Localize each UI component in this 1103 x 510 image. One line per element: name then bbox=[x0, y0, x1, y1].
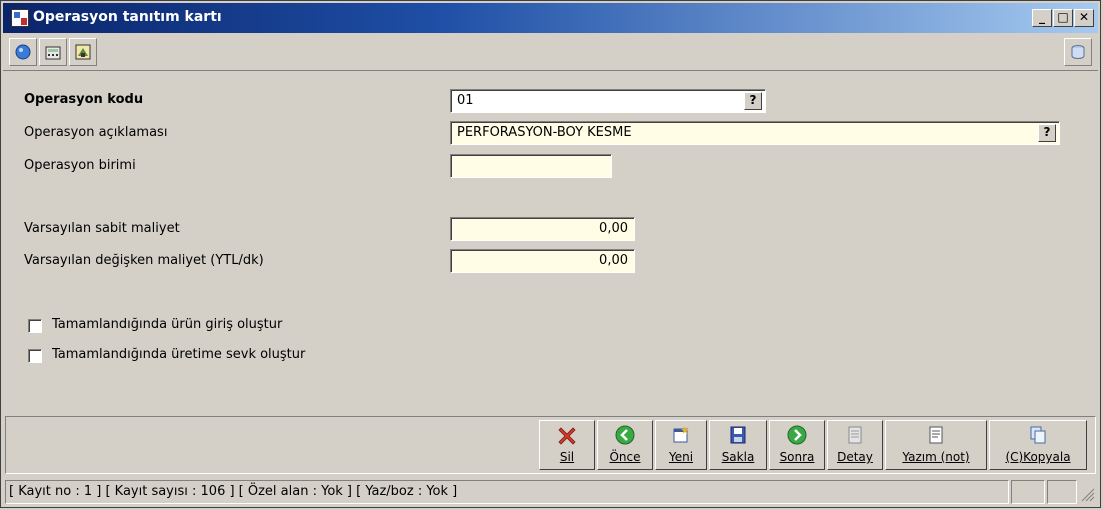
resize-grip-icon[interactable] bbox=[1079, 486, 1095, 502]
maximize-button[interactable]: □ bbox=[1053, 9, 1073, 27]
save-icon bbox=[730, 426, 746, 444]
operation-card-window: Operasyon tanıtım kartı _ □ ✕ Operasyon … bbox=[0, 0, 1101, 508]
production-dispatch-checkbox-label[interactable]: Tamamlandığında üretime sevk oluştur bbox=[52, 347, 305, 362]
database-icon bbox=[1071, 45, 1085, 59]
help-button[interactable] bbox=[9, 38, 37, 66]
operation-code-value: 01 bbox=[457, 93, 474, 108]
operation-unit-label: Operasyon birimi bbox=[24, 158, 136, 173]
new-button[interactable]: Yeni bbox=[655, 420, 707, 470]
save-button[interactable]: Sakla bbox=[709, 420, 767, 470]
operation-code-label: Operasyon kodu bbox=[24, 92, 144, 107]
product-entry-checkbox[interactable] bbox=[28, 319, 42, 333]
print-note-button[interactable]: Yazım (not) bbox=[885, 420, 987, 470]
fixed-cost-value: 0,00 bbox=[599, 221, 628, 236]
copy-button[interactable]: (C)Kopyala bbox=[989, 420, 1087, 470]
variable-cost-field[interactable]: 0,00 bbox=[450, 249, 635, 273]
window-title: Operasyon tanıtım kartı bbox=[33, 9, 222, 25]
settings-icon bbox=[75, 44, 91, 60]
detail-button[interactable]: Detay bbox=[827, 420, 883, 470]
new-label: Yeni bbox=[668, 450, 694, 464]
product-entry-checkbox-label[interactable]: Tamamlandığında ürün giriş oluştur bbox=[52, 317, 282, 332]
delete-label: Sil bbox=[559, 450, 575, 464]
save-label: Sakla bbox=[721, 450, 755, 464]
arrow-right-icon bbox=[787, 425, 807, 445]
arrow-left-icon bbox=[615, 425, 635, 445]
new-document-icon bbox=[673, 426, 689, 443]
operation-code-field[interactable]: 01 ? bbox=[450, 89, 766, 113]
operation-description-value: PERFORASYON-BOY KESME bbox=[457, 125, 632, 140]
delete-icon bbox=[558, 427, 576, 445]
operation-description-field[interactable]: PERFORASYON-BOY KESME ? bbox=[450, 121, 1060, 145]
calculator-button[interactable] bbox=[39, 38, 67, 66]
help-icon bbox=[15, 44, 31, 60]
variable-cost-value: 0,00 bbox=[599, 253, 628, 268]
next-button[interactable]: Sonra bbox=[769, 420, 825, 470]
title-bar[interactable]: Operasyon tanıtım kartı _ □ ✕ bbox=[3, 3, 1098, 33]
operation-unit-field[interactable] bbox=[450, 154, 612, 178]
production-dispatch-checkbox[interactable] bbox=[28, 349, 42, 363]
operation-code-lookup-button[interactable]: ? bbox=[744, 92, 762, 110]
status-text: [ Kayıt no : 1 ] [ Kayıt sayısı : 106 ] … bbox=[5, 480, 1009, 504]
operation-description-label: Operasyon açıklaması bbox=[24, 125, 168, 140]
detail-label: Detay bbox=[837, 450, 873, 464]
minimize-button[interactable]: _ bbox=[1032, 9, 1052, 27]
copy-label: (C)Kopyala bbox=[1005, 450, 1071, 464]
print-note-label: Yazım (not) bbox=[902, 450, 970, 464]
status-panel-2 bbox=[1047, 480, 1077, 504]
fixed-cost-label: Varsayılan sabit maliyet bbox=[24, 221, 180, 236]
close-button[interactable]: ✕ bbox=[1074, 9, 1094, 27]
note-icon bbox=[929, 426, 943, 444]
previous-label: Önce bbox=[609, 450, 641, 464]
fixed-cost-field[interactable]: 0,00 bbox=[450, 217, 635, 241]
status-panel-1 bbox=[1011, 480, 1045, 504]
app-icon bbox=[11, 9, 29, 27]
database-button[interactable] bbox=[1064, 38, 1092, 66]
settings-button[interactable] bbox=[69, 38, 97, 66]
delete-button[interactable]: Sil bbox=[539, 420, 595, 470]
previous-button[interactable]: Önce bbox=[597, 420, 653, 470]
calculator-icon bbox=[45, 46, 61, 60]
copy-icon bbox=[1030, 426, 1046, 444]
detail-icon bbox=[848, 426, 862, 444]
next-label: Sonra bbox=[779, 450, 815, 464]
toolbar bbox=[3, 34, 1098, 71]
status-bar: [ Kayıt no : 1 ] [ Kayıt sayısı : 106 ] … bbox=[5, 480, 1096, 504]
variable-cost-label: Varsayılan değişken maliyet (YTL/dk) bbox=[24, 253, 264, 268]
operation-description-lookup-button[interactable]: ? bbox=[1038, 124, 1056, 142]
